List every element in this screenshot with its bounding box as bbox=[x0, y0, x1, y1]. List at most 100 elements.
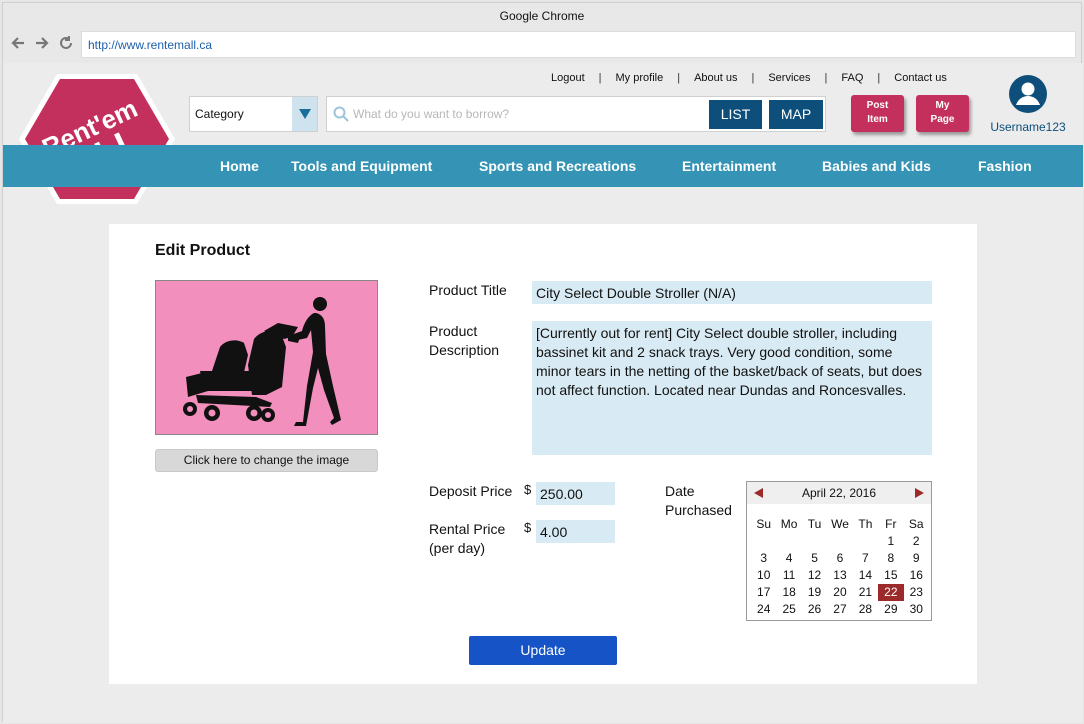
site-logo[interactable]: Rent'em ALL bbox=[17, 69, 177, 209]
calendar-weekday: Tu bbox=[807, 517, 822, 531]
calendar-empty-cell bbox=[853, 533, 878, 550]
browser-window: Google Chrome http://www.rentemall.ca Re… bbox=[2, 2, 1083, 723]
calendar-weekday: Th bbox=[858, 517, 873, 531]
calendar-week-row: 24 25 26 27 28 29 30 bbox=[751, 601, 929, 618]
calendar-weekday-row: Su Mo Tu We Th Fr Sa bbox=[751, 516, 929, 533]
calendar-week-row: 12 bbox=[751, 533, 929, 550]
category-select-label: Category bbox=[195, 107, 244, 121]
calendar-header: April 22, 2016 bbox=[747, 482, 931, 504]
my-profile-link[interactable]: My profile bbox=[616, 72, 664, 84]
calendar-day[interactable]: 9 bbox=[904, 550, 929, 567]
calendar-weekday: Fr bbox=[885, 517, 897, 531]
date-picker: April 22, 2016 Su Mo Tu We Th Fr Sa 1 2 3 4 5 6 7 8 9 10… bbox=[746, 481, 932, 621]
calendar-empty-cell bbox=[776, 533, 801, 550]
username-label: Username123 bbox=[990, 120, 1066, 134]
calendar-day[interactable]: 30 bbox=[904, 601, 929, 618]
product-description-label: Product Description bbox=[429, 323, 500, 358]
map-button[interactable]: MAP bbox=[769, 100, 823, 129]
calendar-day[interactable]: 20 bbox=[827, 584, 852, 601]
calendar-day[interactable]: 28 bbox=[853, 601, 878, 618]
calendar-day[interactable]: 13 bbox=[827, 567, 852, 584]
nav-item-tools[interactable]: Tools and Equipment bbox=[291, 145, 432, 187]
calendar-week-row: 3456789 bbox=[751, 550, 929, 567]
calendar-day[interactable]: 24 bbox=[751, 601, 776, 618]
calendar-day-selected[interactable]: 22 bbox=[878, 584, 904, 601]
calendar-month-label: April 22, 2016 bbox=[801, 486, 877, 500]
product-description-field[interactable]: [Currently out for rent] City Select dou… bbox=[532, 321, 932, 455]
site-page: Rent'em ALL Logout | My profile | About … bbox=[3, 63, 1083, 723]
calendar-day[interactable]: 19 bbox=[802, 584, 827, 601]
calendar-day[interactable]: 12 bbox=[802, 567, 827, 584]
calendar-day[interactable]: 10 bbox=[751, 567, 776, 584]
main-nav: Home Tools and Equipment Sports and Recr… bbox=[3, 145, 1083, 187]
edit-product-panel: Edit Product Click here to change the im… bbox=[109, 224, 977, 684]
calendar-empty-cell bbox=[751, 533, 776, 550]
calendar-day[interactable]: 25 bbox=[776, 601, 801, 618]
logout-link[interactable]: Logout bbox=[551, 72, 585, 84]
top-links: Logout | My profile | About us | Service… bbox=[551, 72, 947, 84]
calendar-day[interactable]: 6 bbox=[827, 550, 852, 567]
calendar-day[interactable]: 2 bbox=[904, 533, 929, 550]
user-menu[interactable]: Username123 bbox=[988, 75, 1068, 134]
calendar-day[interactable]: 16 bbox=[904, 567, 929, 584]
chevron-down-icon[interactable] bbox=[292, 97, 317, 131]
nav-item-sports[interactable]: Sports and Recreations bbox=[479, 145, 636, 187]
calendar-day[interactable]: 15 bbox=[878, 567, 903, 584]
browser-nav bbox=[9, 34, 75, 52]
nav-item-babies-kids[interactable]: Babies and Kids bbox=[822, 145, 931, 187]
my-page-button[interactable]: My Page bbox=[916, 95, 969, 132]
product-title-field[interactable]: City Select Double Stroller (N/A) bbox=[532, 281, 932, 304]
calendar-day[interactable]: 3 bbox=[751, 550, 776, 567]
calendar-weekday: We bbox=[831, 517, 849, 531]
nav-item-entertainment[interactable]: Entertainment bbox=[682, 145, 776, 187]
calendar-day[interactable]: 27 bbox=[827, 601, 852, 618]
product-image bbox=[155, 280, 378, 435]
calendar-week-row: 10 11 12 13 14 15 16 bbox=[751, 567, 929, 584]
reload-icon[interactable] bbox=[57, 34, 75, 52]
next-month-icon[interactable] bbox=[912, 486, 926, 500]
calendar-grid: Su Mo Tu We Th Fr Sa 1 2 3 4 5 6 7 8 9 10 11 12 13 14 15 16 17 1… bbox=[751, 516, 929, 618]
deposit-price-field[interactable]: 250.00 bbox=[536, 482, 615, 505]
calendar-day[interactable]: 11 bbox=[776, 567, 801, 584]
calendar-day[interactable]: 7 bbox=[853, 550, 878, 567]
search-bar: LIST MAP bbox=[326, 96, 826, 132]
date-purchased-label: Date Purchased bbox=[665, 483, 732, 518]
address-bar[interactable]: http://www.rentemall.ca bbox=[81, 31, 1076, 58]
category-select[interactable]: Category bbox=[189, 96, 318, 132]
calendar-week-row: 17 18 19 20 21 22 23 bbox=[751, 584, 929, 601]
calendar-day[interactable]: 21 bbox=[853, 584, 878, 601]
search-input[interactable] bbox=[353, 99, 703, 129]
calendar-day[interactable]: 26 bbox=[802, 601, 827, 618]
calendar-weekday: Sa bbox=[908, 517, 924, 531]
nav-item-home[interactable]: Home bbox=[220, 145, 259, 187]
calendar-day[interactable]: 4 bbox=[776, 550, 801, 567]
calendar-day[interactable]: 8 bbox=[878, 550, 903, 567]
calendar-empty-cell bbox=[802, 533, 827, 550]
calendar-weekday: Su bbox=[756, 517, 772, 531]
rental-price-label: Rental Price (per day) bbox=[429, 521, 506, 556]
page-title: Edit Product bbox=[155, 242, 251, 259]
list-button[interactable]: LIST bbox=[709, 100, 762, 129]
back-arrow-icon[interactable] bbox=[9, 34, 27, 52]
about-us-link[interactable]: About us bbox=[694, 72, 737, 84]
faq-link[interactable]: FAQ bbox=[841, 72, 863, 84]
calendar-day[interactable]: 29 bbox=[878, 601, 903, 618]
deposit-price-label: Deposit Price bbox=[429, 483, 513, 499]
deposit-currency: $ bbox=[524, 482, 532, 497]
calendar-empty-cell bbox=[827, 533, 852, 550]
services-link[interactable]: Services bbox=[768, 72, 810, 84]
forward-arrow-icon[interactable] bbox=[33, 34, 51, 52]
rental-price-field[interactable]: 4.00 bbox=[536, 520, 615, 543]
contact-us-link[interactable]: Contact us bbox=[894, 72, 947, 84]
change-image-button[interactable]: Click here to change the image bbox=[155, 449, 378, 472]
calendar-day[interactable]: 5 bbox=[802, 550, 827, 567]
calendar-day[interactable]: 23 bbox=[904, 584, 929, 601]
calendar-day[interactable]: 1 bbox=[878, 533, 903, 550]
update-button[interactable]: Update bbox=[469, 636, 617, 665]
calendar-day[interactable]: 14 bbox=[853, 567, 878, 584]
calendar-day[interactable]: 18 bbox=[776, 584, 801, 601]
post-item-button[interactable]: Post Item bbox=[851, 95, 904, 132]
calendar-day[interactable]: 17 bbox=[751, 584, 776, 601]
user-avatar-icon[interactable] bbox=[1009, 75, 1047, 117]
nav-item-fashion[interactable]: Fashion bbox=[978, 145, 1032, 187]
